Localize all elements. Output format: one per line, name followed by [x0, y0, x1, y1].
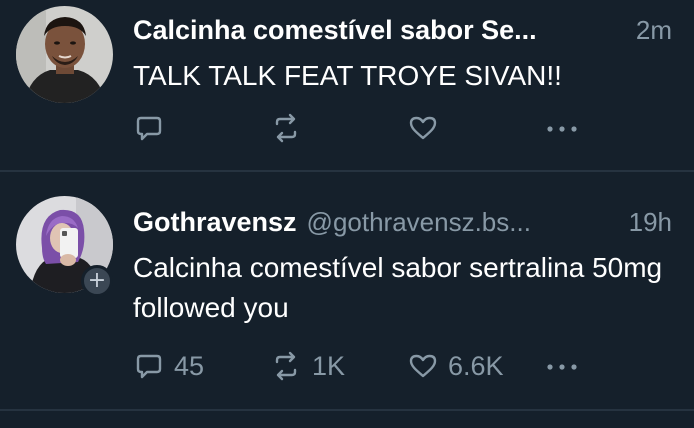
heart-icon: [409, 116, 437, 140]
post-time[interactable]: 19h: [615, 207, 672, 238]
more-options-button[interactable]: [545, 346, 579, 386]
like-button[interactable]: 6.6K: [408, 346, 504, 386]
retweet-icon: [275, 351, 297, 381]
like-button[interactable]: [408, 108, 438, 148]
user-handle[interactable]: @gothravensz.bs...: [307, 207, 531, 238]
post-time[interactable]: 2m: [622, 15, 672, 46]
plus-icon: +: [87, 268, 107, 293]
reply-button[interactable]: 45: [134, 346, 204, 386]
display-name[interactable]: Gothravensz: [133, 207, 297, 238]
reply-icon: [136, 116, 162, 141]
heart-icon: [409, 354, 437, 378]
post-actions: [0, 108, 694, 148]
more-icon: [547, 126, 577, 132]
follow-badge: +: [81, 265, 113, 297]
post-actions: 45 1K 6.6K: [0, 346, 694, 386]
reply-button[interactable]: [134, 108, 164, 148]
divider: [0, 409, 694, 411]
reply-count: 45: [174, 350, 205, 381]
more-options-button[interactable]: [545, 108, 579, 148]
retweet-button[interactable]: [270, 108, 302, 148]
retweet-count: 1K: [312, 350, 346, 381]
post-text: TALK TALK FEAT TROYE SIVAN!!: [133, 60, 562, 91]
retweet-icon: [275, 113, 297, 143]
display-name[interactable]: Calcinha comestível sabor Se...: [133, 15, 537, 46]
more-icon: [547, 364, 577, 370]
post-header: Gothravensz @gothravensz.bs... 19h: [133, 202, 672, 242]
avatar[interactable]: [16, 6, 113, 103]
retweet-button[interactable]: 1K: [270, 346, 345, 386]
reply-icon: [136, 354, 162, 379]
post-item[interactable]: Calcinha comestível sabor Se... 2m TALK …: [0, 0, 694, 170]
post-header: Calcinha comestível sabor Se... 2m: [133, 10, 672, 50]
post-text: Calcinha comestível sabor sertralina 50m…: [133, 252, 663, 323]
post-item[interactable]: + Gothravensz @gothravensz.bs... 19h Cal…: [0, 172, 694, 409]
avatar-photo: [16, 6, 113, 103]
like-count: 6.6K: [448, 350, 504, 381]
